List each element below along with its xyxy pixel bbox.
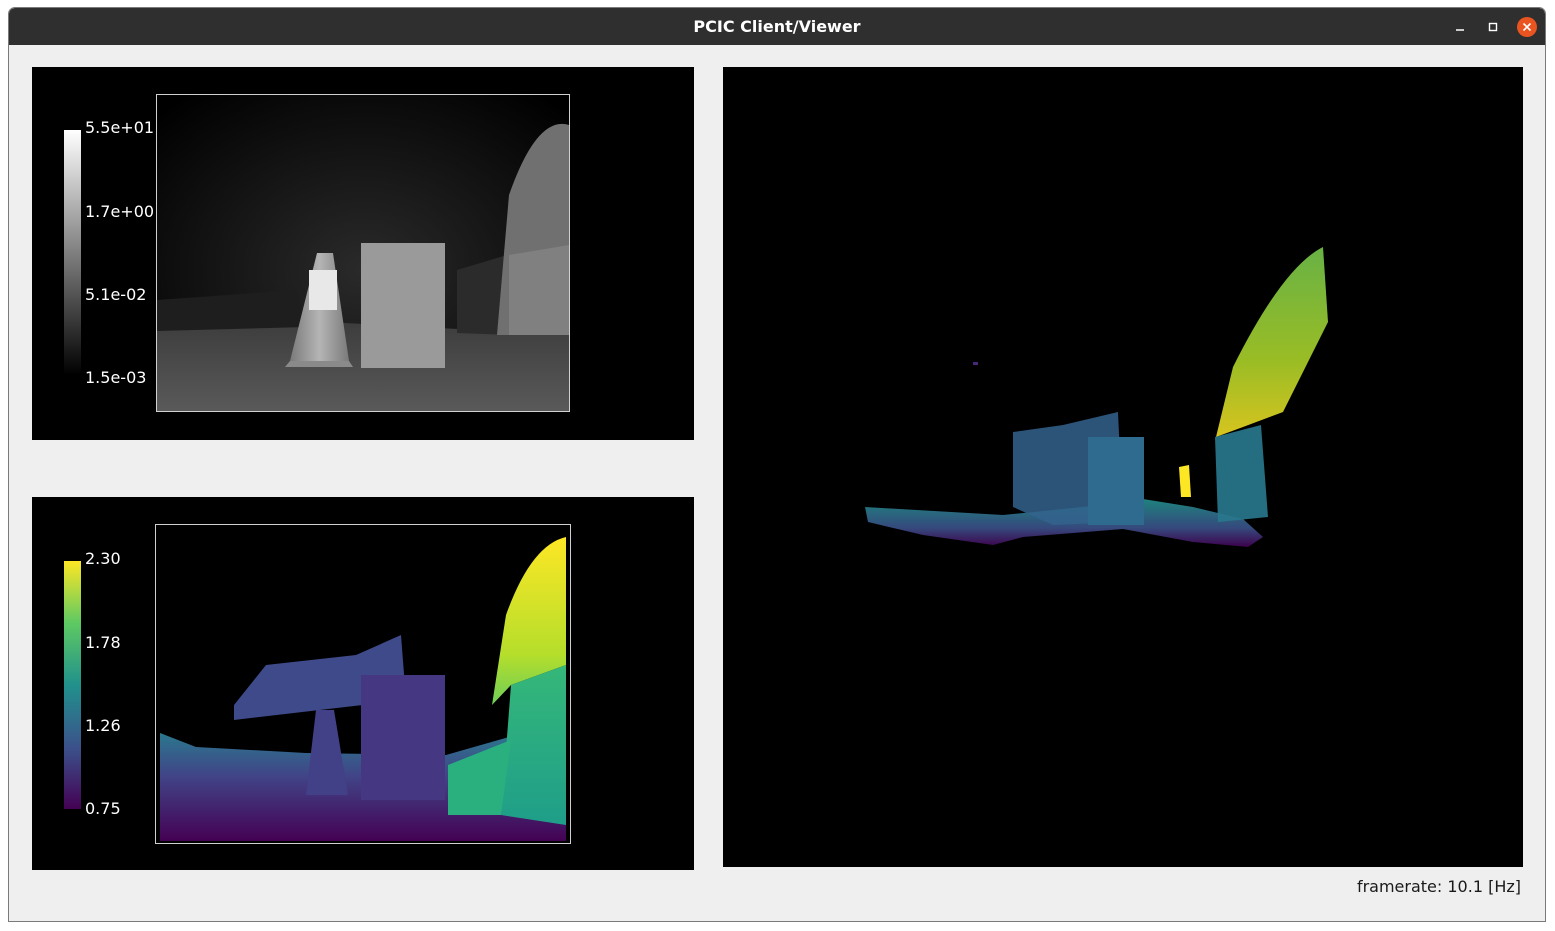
distance-tick-1: 2.30 xyxy=(85,549,121,568)
amplitude-scene xyxy=(157,95,569,411)
distance-tick-3: 1.26 xyxy=(85,716,121,735)
amplitude-tick-2: 1.7e+00 xyxy=(85,202,155,221)
minimize-button[interactable] xyxy=(1450,17,1470,37)
amplitude-colorbar xyxy=(64,130,81,375)
distance-scene xyxy=(156,525,570,843)
amplitude-tick-3: 5.1e-02 xyxy=(85,285,147,304)
maximize-icon xyxy=(1488,22,1498,32)
distance-view[interactable]: 2.30 1.78 1.26 0.75 xyxy=(32,497,694,870)
framerate-status: framerate: 10.1 [Hz] xyxy=(1356,877,1521,896)
amplitude-tick-4: 1.5e-03 xyxy=(85,368,147,387)
close-icon xyxy=(1522,22,1532,32)
distance-colorbar xyxy=(64,561,81,809)
app-window: PCIC Client/Viewer 5.5e+01 1.7e+00 5.1e-… xyxy=(8,7,1546,922)
amplitude-view[interactable]: 5.5e+01 1.7e+00 5.1e-02 1.5e-03 xyxy=(32,67,694,440)
amplitude-image xyxy=(156,94,570,412)
point-cloud-view[interactable] xyxy=(723,67,1523,867)
maximize-button[interactable] xyxy=(1483,17,1503,37)
amplitude-tick-1: 5.5e+01 xyxy=(85,118,155,137)
distance-image xyxy=(155,524,571,844)
minimize-icon xyxy=(1456,29,1464,31)
window-title: PCIC Client/Viewer xyxy=(693,17,861,36)
distance-tick-4: 0.75 xyxy=(85,799,121,818)
distance-tick-2: 1.78 xyxy=(85,633,121,652)
close-button[interactable] xyxy=(1517,17,1537,37)
point-cloud-scene xyxy=(865,247,1328,547)
title-bar[interactable]: PCIC Client/Viewer xyxy=(9,8,1545,45)
